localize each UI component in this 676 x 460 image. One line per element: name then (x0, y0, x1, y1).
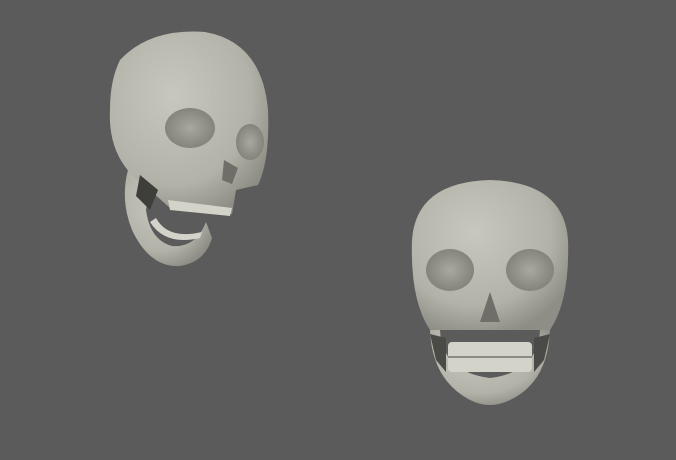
skull-open-jaw (109, 31, 269, 267)
eye-socket (506, 249, 554, 291)
render-scene (109, 31, 569, 405)
lower-teeth (150, 218, 202, 240)
eye-socket (236, 124, 264, 160)
eye-socket (165, 108, 215, 148)
skull-front (411, 180, 569, 405)
eye-socket (426, 249, 474, 291)
